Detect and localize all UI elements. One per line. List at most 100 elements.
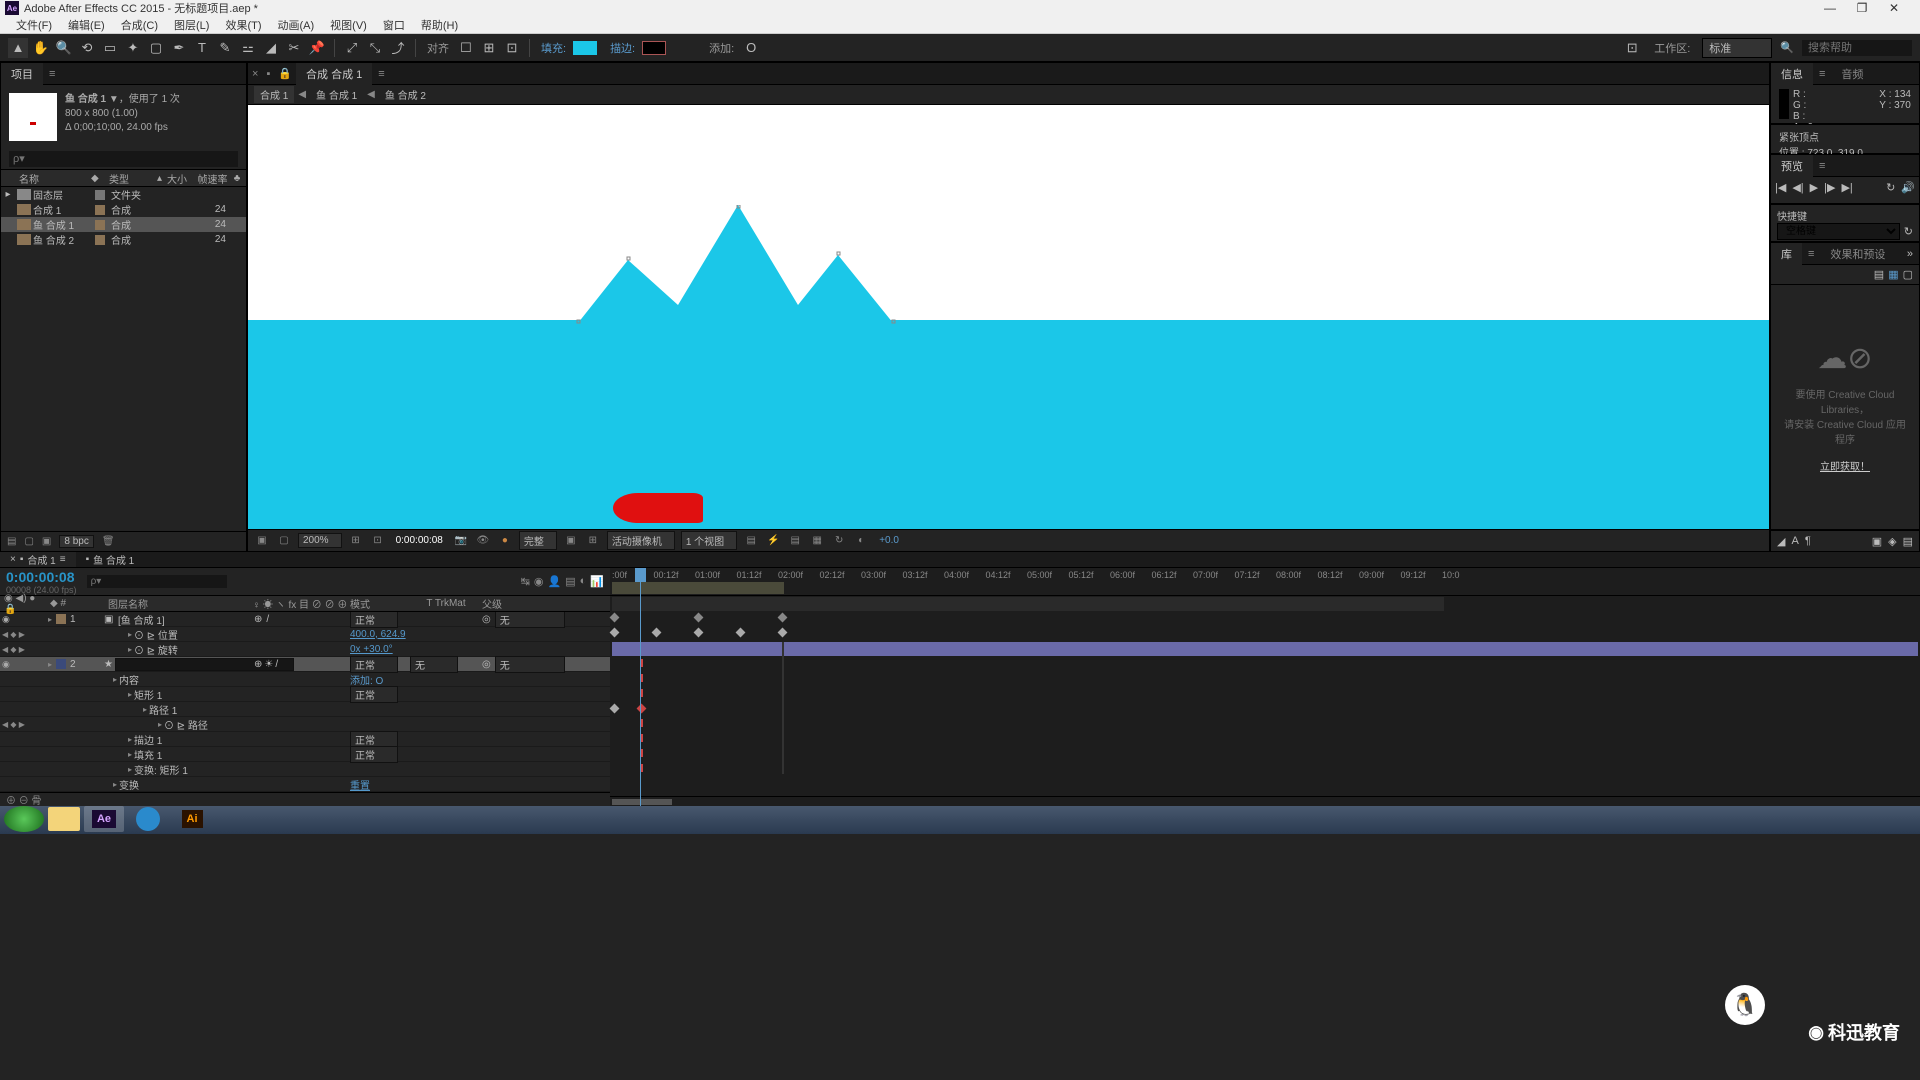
interpret-icon[interactable]: ▤ [7,536,16,547]
lock-icon[interactable]: 🔒 [274,67,296,80]
flow-fish2[interactable]: 鱼 合成 2 [379,86,432,103]
loop-button[interactable]: ↻ [1886,181,1895,194]
hand-tool[interactable]: ✋ [31,38,51,58]
prev-frame-button[interactable]: ◀| [1792,181,1803,194]
next-frame-button[interactable]: |▶ [1824,181,1835,194]
timeline-property[interactable]: ▸ 填充 1 正常 [0,747,610,762]
reset-exp-icon[interactable]: ↻ [831,535,847,546]
roi-icon[interactable]: ▣ [563,535,579,546]
menu-composition[interactable]: 合成(C) [113,17,166,33]
resolution-select[interactable]: 完整 [519,531,557,550]
lib-link[interactable]: 立即获取！ [1820,458,1870,473]
menu-animation[interactable]: 动画(A) [270,17,323,33]
channel-icon[interactable]: ▢ [276,535,292,546]
timeline-tab-fish1[interactable]: ▪ 鱼 合成 1 [76,552,145,567]
exposure-value[interactable]: +0.0 [875,535,903,546]
timeline-property[interactable]: ▸ 变换: 矩形 1 [0,762,610,777]
zoom-tool[interactable]: 🔍 [54,38,74,58]
pan-behind-tool[interactable]: ✦ [123,38,143,58]
col-layername[interactable]: 图层名称 [104,596,250,611]
start-button[interactable] [4,806,44,832]
menu-window[interactable]: 窗口 [375,17,413,33]
roto-tool[interactable]: ✂ [284,38,304,58]
pen-tool[interactable]: ✒ [169,38,189,58]
menu-effect[interactable]: 效果(T) [217,17,269,33]
view-large-icon[interactable]: ▢ [1903,268,1913,281]
audio-tab[interactable]: 音频 [1831,63,1873,85]
playhead[interactable] [640,568,641,806]
explorer-task[interactable] [48,807,80,831]
timeline-property[interactable]: ▸ 路径 1 [0,702,610,717]
graph-editor-icon[interactable]: 📊 [590,575,604,588]
flowchart-icon[interactable]: ▦ [809,535,825,546]
add-button[interactable]: O [741,38,761,58]
stroke-label[interactable]: 描边: [610,40,635,56]
view-grid-icon[interactable]: ▦ [1888,268,1898,281]
maximize-button[interactable]: ❐ [1851,1,1873,15]
pixel-aspect-icon[interactable]: ▤ [743,535,759,546]
first-frame-button[interactable]: |◀ [1775,181,1786,194]
timeline-icon[interactable]: ▤ [787,535,803,546]
col-framerate[interactable]: 帧速率 [197,171,228,186]
flow-fish1[interactable]: 鱼 合成 1 [310,86,363,103]
keyframe-selected[interactable] [637,704,647,714]
project-item[interactable]: 鱼 合成 1 合成 24 [1,217,246,232]
keyframe[interactable] [778,628,788,638]
view-list-icon[interactable]: ▤ [1874,268,1884,281]
keyframe[interactable] [736,628,746,638]
camera-tool[interactable]: ▭ [100,38,120,58]
play-button[interactable]: ▶ [1810,181,1818,194]
info-tab[interactable]: 信息 [1771,63,1813,85]
axis-view-icon[interactable]: ⤴ [388,38,408,58]
exposure-icon[interactable]: ◐ [853,535,869,546]
keyframe[interactable] [610,628,620,638]
current-time[interactable]: 0:00:00:08 [392,535,447,546]
snapshot-icon[interactable]: 📷 [453,535,469,546]
keyframe[interactable] [610,613,620,623]
keyframe[interactable] [610,704,620,714]
expand-icon[interactable]: » [1901,248,1919,260]
composition-viewer[interactable] [248,105,1769,529]
library-tab[interactable]: 库 [1771,243,1802,265]
col-type[interactable]: 类型 [109,171,157,186]
panel-menu-icon[interactable]: ≡ [372,68,390,80]
col-name[interactable]: 名称 [1,171,91,186]
flowchart-icon[interactable]: ♣ [228,173,246,184]
char-icon[interactable]: A [1791,535,1798,547]
fast-preview-icon[interactable]: ⚡ [765,535,781,546]
project-depth[interactable]: 8 bpc [59,535,93,548]
toggle-switches-icon[interactable]: ⊕ ⊖ 骨 [6,792,42,807]
illustrator-task[interactable]: Ai [172,806,212,832]
axis-local-icon[interactable]: ⤢ [342,38,362,58]
zoom-slider[interactable] [612,799,672,805]
keyframe[interactable] [694,613,704,623]
rect-tool[interactable]: ▢ [146,38,166,58]
new-comp-icon[interactable]: ▣ [42,536,51,547]
text-tool[interactable]: T [192,38,212,58]
project-item[interactable]: ▸ 固态层 文件夹 [1,187,246,202]
snap-toggle[interactable]: ☐ [456,38,476,58]
toggle1-icon[interactable]: ◢ [1777,535,1785,548]
col-size[interactable]: 大小 [167,171,197,186]
preview-tab[interactable]: 预览 [1771,155,1813,177]
comp-tab[interactable]: 合成 合成 1 [296,63,372,85]
timeline-property[interactable]: ▸ 变换 重置 [0,777,610,792]
grid-icon[interactable]: ⊡ [370,535,386,546]
timeline-layer[interactable]: ◉ ▸2 ★ ⊕☀/ 正常 无 ◎ 无 [0,657,610,672]
timecode[interactable]: 0:00:00:08 [6,569,77,585]
views-select[interactable]: 1 个视图 [681,531,737,550]
menu-layer[interactable]: 图层(L) [166,17,217,33]
col-mode[interactable]: 模式 [350,596,410,611]
shortcut-select[interactable]: 空格键 [1777,223,1900,240]
minimize-button[interactable]: — [1819,1,1841,15]
close-tab-icon[interactable]: × [10,554,16,565]
new-folder-icon[interactable]: ▢ [24,536,33,547]
para-icon[interactable]: ¶ [1805,535,1811,547]
alpha-icon[interactable]: ▣ [254,535,270,546]
menu-file[interactable]: 文件(F) [8,17,60,33]
menu-help[interactable]: 帮助(H) [413,17,466,33]
effects-tab[interactable]: 效果和预设 [1820,243,1895,265]
timeline-property[interactable]: ▸ 内容 添加: O [0,672,610,687]
keyframe[interactable] [694,628,704,638]
orbit-tool[interactable]: ⟲ [77,38,97,58]
